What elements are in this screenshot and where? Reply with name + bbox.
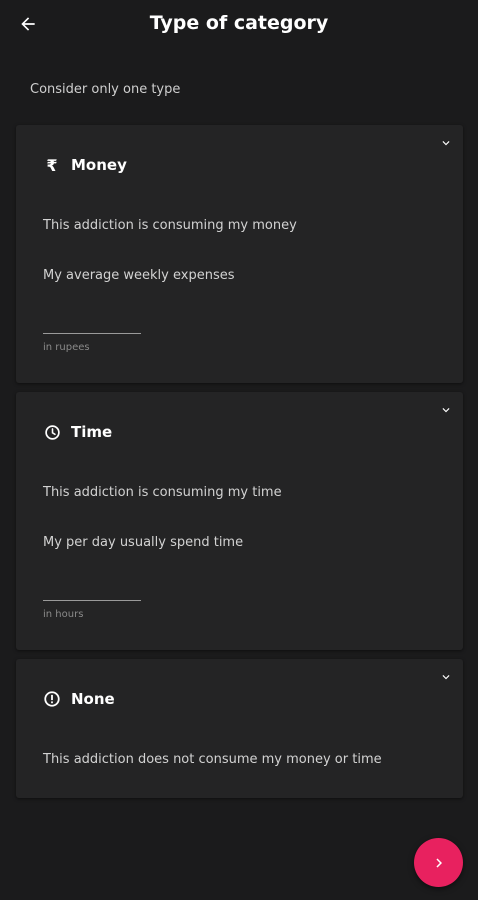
hint-text: Consider only one type [30,82,181,97]
field-label: My average weekly expenses [43,268,235,283]
page-title: Type of category [149,12,329,34]
chevron-down-icon [442,408,450,413]
card-header: ₹ Money [43,155,127,175]
expand-toggle[interactable] [438,135,454,151]
card-description: This addiction is consuming my time [43,485,282,500]
field-helper: in hours [43,609,84,620]
clock-icon [43,423,61,441]
category-card-none[interactable]: None This addiction does not consume my … [16,659,463,798]
expand-toggle[interactable] [438,402,454,418]
chevron-down-icon [442,675,450,680]
daily-time-input[interactable] [43,582,141,601]
app-bar: Type of category [0,0,478,50]
chevron-right-icon [435,858,442,867]
next-button[interactable] [414,838,463,887]
card-description: This addiction does not consume my money… [43,752,382,767]
expand-toggle[interactable] [438,669,454,685]
field-helper: in rupees [43,342,90,353]
card-description: This addiction is consuming my money [43,218,297,233]
card-header: None [43,690,115,708]
card-title: Time [71,423,113,441]
category-card-time[interactable]: Time This addiction is consuming my time… [16,392,463,650]
card-header: Time [43,423,112,441]
rupee-icon: ₹ [46,155,58,175]
weekly-expenses-input[interactable] [43,315,141,334]
card-title: Money [71,156,127,174]
chevron-down-icon [442,141,450,146]
field-label: My per day usually spend time [43,535,244,550]
category-card-money[interactable]: ₹ Money This addiction is consuming my m… [16,125,463,383]
alert-circle-icon [43,690,61,708]
card-title: None [71,690,115,708]
